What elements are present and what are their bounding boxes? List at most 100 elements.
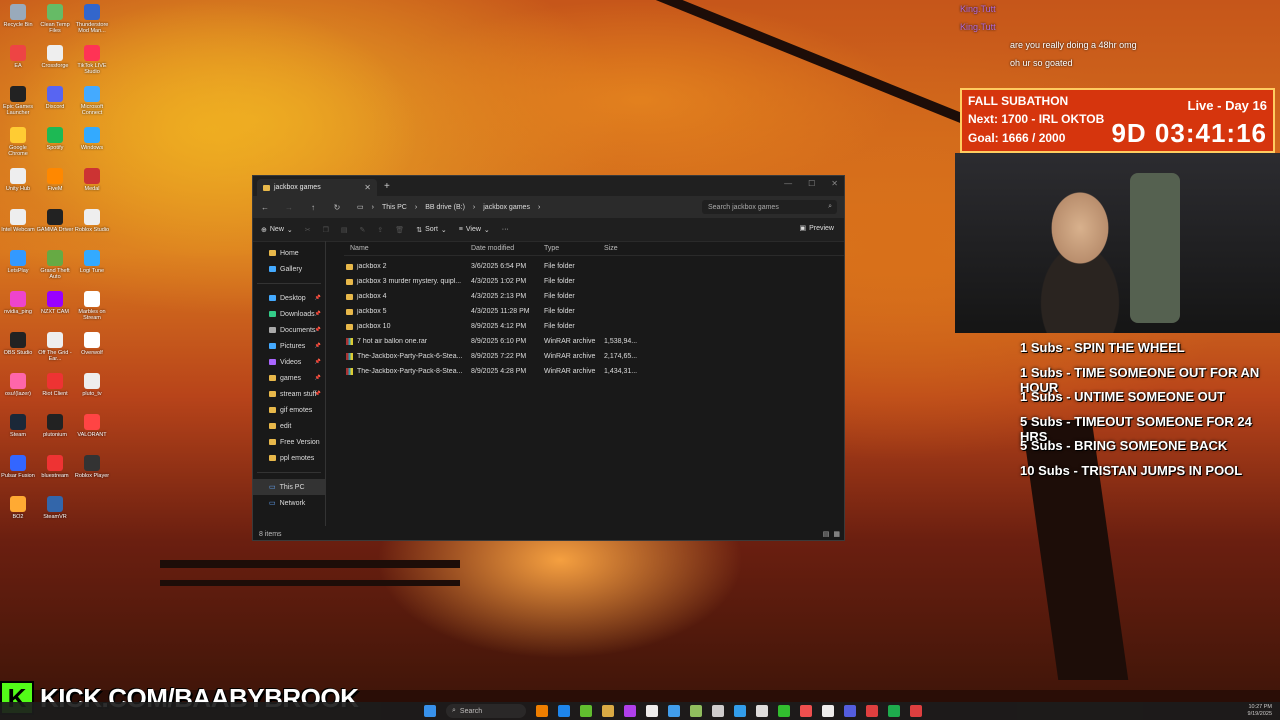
taskbar-app-icon[interactable]: [866, 705, 878, 717]
sidebar-item-ppl-emotes[interactable]: ppl emotes: [253, 450, 325, 466]
desktop-icon[interactable]: Windows: [73, 127, 111, 151]
details-view-icon[interactable]: ▤: [823, 530, 830, 538]
desktop-icon[interactable]: nvidia_ping: [0, 291, 37, 315]
maximize-button[interactable]: ☐: [808, 179, 815, 188]
rename-icon[interactable]: ✎: [360, 226, 366, 234]
sidebar-item-videos[interactable]: Videos 📌: [253, 354, 325, 370]
sidebar-item-pictures[interactable]: Pictures 📌: [253, 338, 325, 354]
back-arrow-icon[interactable]: ←: [253, 203, 277, 212]
sidebar-item-edit[interactable]: edit: [253, 418, 325, 434]
share-icon[interactable]: ⇪: [377, 226, 383, 234]
desktop-icon[interactable]: Spotify: [36, 127, 74, 151]
taskbar-search[interactable]: ⌕ Search: [446, 704, 526, 718]
new-tab-button[interactable]: +: [384, 181, 390, 192]
table-row[interactable]: jackbox 2 3/6/2025 6:54 PM File folder: [346, 259, 844, 274]
minimize-button[interactable]: —: [784, 179, 792, 188]
taskbar-app-icon[interactable]: [778, 705, 790, 717]
taskbar-app-icon[interactable]: [646, 705, 658, 717]
desktop-icon[interactable]: Intel Webcam: [0, 209, 37, 233]
desktop-icon[interactable]: OBS Studio: [0, 332, 37, 356]
taskbar-app-icon[interactable]: [712, 705, 724, 717]
desktop-icon[interactable]: Grand Theft Auto: [36, 250, 74, 280]
taskbar-app-icon[interactable]: [844, 705, 856, 717]
taskbar-app-icon[interactable]: [800, 705, 812, 717]
desktop-icon[interactable]: bluestream: [36, 455, 74, 479]
tab-jackbox-games[interactable]: jackbox games ✕: [257, 179, 377, 196]
taskbar-app-icon[interactable]: [558, 705, 570, 717]
desktop-icon[interactable]: GAMMA Driver: [36, 209, 74, 233]
close-tab-icon[interactable]: ✕: [364, 183, 371, 192]
breadcrumb-bb-drive[interactable]: BB drive (B:): [425, 204, 465, 211]
new-button[interactable]: ⊕ New ⌄: [261, 226, 293, 234]
desktop-icon[interactable]: Riot Client: [36, 373, 74, 397]
desktop-icon[interactable]: VALORANT: [73, 414, 111, 438]
desktop-icon[interactable]: Pulsar Fusion: [0, 455, 37, 479]
desktop-icon[interactable]: plutonium: [36, 414, 74, 438]
file-explorer-window[interactable]: jackbox games ✕ + — ☐ ✕ ← → ↑ ↻ ▭ › This…: [252, 175, 845, 541]
desktop-icon[interactable]: Clean Temp Files: [36, 4, 74, 34]
desktop-icon[interactable]: Logi Tune: [73, 250, 111, 274]
desktop-icon[interactable]: Thunderstore Mod Man...: [73, 4, 111, 34]
refresh-icon[interactable]: ↻: [325, 203, 349, 212]
sidebar-item-desktop[interactable]: Desktop 📌: [253, 290, 325, 306]
desktop-icon[interactable]: pluto_tv: [73, 373, 111, 397]
taskbar-app-icon[interactable]: [888, 705, 900, 717]
sidebar-item-free-version[interactable]: Free Version: [253, 434, 325, 450]
desktop-icon[interactable]: EA: [0, 45, 37, 69]
copy-icon[interactable]: ❐: [323, 226, 329, 234]
more-options-button[interactable]: ···: [502, 226, 509, 233]
sidebar-item-gif-emotes[interactable]: gif emotes: [253, 402, 325, 418]
table-row[interactable]: jackbox 5 4/3/2025 11:28 PM File folder: [346, 304, 844, 319]
breadcrumb-jackbox-games[interactable]: jackbox games: [483, 204, 530, 211]
close-window-button[interactable]: ✕: [831, 179, 838, 188]
system-tray[interactable]: 10:27 PM 9/19/2025: [1248, 704, 1272, 718]
sidebar-item-downloads[interactable]: Downloads 📌: [253, 306, 325, 322]
column-name[interactable]: Name: [350, 245, 471, 252]
column-date-modified[interactable]: Date modified: [471, 245, 544, 252]
desktop-icon[interactable]: Roblox Studio: [73, 209, 111, 233]
breadcrumb-this-pc[interactable]: This PC: [382, 204, 407, 211]
table-row[interactable]: The-Jackbox-Party-Pack-6-Stea... 8/9/2025…: [346, 349, 844, 364]
preview-button[interactable]: ▣ Preview: [799, 224, 834, 233]
sidebar-item-documents[interactable]: Documents 📌: [253, 322, 325, 338]
paste-icon[interactable]: ▤: [341, 226, 348, 234]
up-arrow-icon[interactable]: ↑: [301, 203, 325, 212]
taskbar-app-icon[interactable]: [910, 705, 922, 717]
desktop-icon[interactable]: LetsPlay: [0, 250, 37, 274]
sidebar-item-this-pc[interactable]: ▭ This PC: [253, 479, 325, 495]
desktop-icon[interactable]: Crossforge: [36, 45, 74, 69]
sort-button[interactable]: ⇅ Sort ⌄: [416, 226, 447, 234]
desktop-icon[interactable]: FiveM: [36, 168, 74, 192]
taskbar-app-icon[interactable]: [624, 705, 636, 717]
taskbar-app-icon[interactable]: [602, 705, 614, 717]
desktop-icon[interactable]: Medal: [73, 168, 111, 192]
taskbar-app-icon[interactable]: [536, 705, 548, 717]
desktop-icon[interactable]: Overwolf: [73, 332, 111, 356]
forward-arrow-icon[interactable]: →: [277, 203, 301, 212]
table-row[interactable]: The-Jackbox-Party-Pack-8-Stea... 8/9/2025…: [346, 364, 844, 379]
sidebar-item-network[interactable]: ▭ Network: [253, 495, 325, 511]
desktop-icon[interactable]: NZXT CAM: [36, 291, 74, 315]
table-row[interactable]: jackbox 4 4/3/2025 2:13 PM File folder: [346, 289, 844, 304]
sidebar-item-gallery[interactable]: Gallery: [253, 261, 325, 277]
column-type[interactable]: Type: [544, 245, 604, 252]
sidebar-item-stream-stuff[interactable]: stream stuff 📌: [253, 386, 325, 402]
desktop-icon[interactable]: Epic Games Launcher: [0, 86, 37, 116]
sidebar-item-home[interactable]: Home: [253, 245, 325, 261]
desktop-icon[interactable]: Steam: [0, 414, 37, 438]
desktop-icon[interactable]: osu!(lazer): [0, 373, 37, 397]
desktop-icon[interactable]: Microsoft Connect: [73, 86, 111, 116]
taskbar-app-icon[interactable]: [668, 705, 680, 717]
desktop-icon[interactable]: Marbles on Stream: [73, 291, 111, 321]
desktop-icon[interactable]: BO2: [0, 496, 37, 520]
taskbar-app-icon[interactable]: [734, 705, 746, 717]
column-size[interactable]: Size: [604, 245, 644, 252]
desktop-icon[interactable]: Google Chrome: [0, 127, 37, 157]
delete-icon[interactable]: 🗑: [395, 226, 404, 234]
breadcrumb[interactable]: ▭ › This PC › BB drive (B:) › jackbox ga…: [357, 200, 691, 214]
search-input[interactable]: Search jackbox games ⌕: [702, 200, 837, 214]
desktop-icon[interactable]: Roblox Player: [73, 455, 111, 479]
taskbar-app-icon[interactable]: [580, 705, 592, 717]
table-row[interactable]: jackbox 10 8/9/2025 4:12 PM File folder: [346, 319, 844, 334]
taskbar-app-icon[interactable]: [690, 705, 702, 717]
